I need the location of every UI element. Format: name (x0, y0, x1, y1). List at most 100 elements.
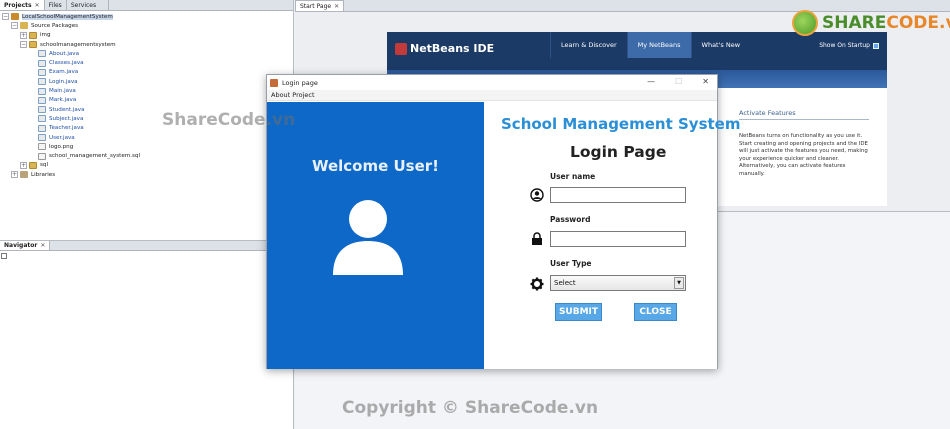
tree-item[interactable]: − LocalSchoolManagementSystem (2, 12, 140, 21)
welcome-text: Welcome User! (311, 157, 440, 175)
sharecode-logo: SHARECODE.vn (792, 10, 950, 36)
tab-files-label: Files (48, 1, 62, 9)
project-tree: − LocalSchoolManagementSystem − Source Pack… (2, 12, 140, 179)
collapse-icon[interactable]: − (2, 13, 9, 21)
document-icon (1, 253, 7, 259)
username-label: User name (550, 172, 596, 181)
watermark-top: ShareCode.vn (162, 110, 296, 130)
usertype-label: User Type (550, 259, 592, 268)
minimize-icon[interactable]: — (647, 77, 655, 86)
proj-icon (11, 13, 19, 21)
tree-item-label: Source Packages (31, 22, 79, 29)
tree-item-label: Main.java (49, 88, 76, 95)
tree-item-label: img (40, 32, 51, 39)
java-icon (38, 96, 46, 104)
tree-item[interactable]: Teacher.java (2, 124, 140, 133)
usertype-select[interactable]: Select ▼ (550, 275, 686, 291)
nav-learn-discover[interactable]: Learn & Discover (550, 32, 627, 58)
tree-item[interactable]: Main.java (2, 86, 140, 95)
show-on-startup-label: Show On Startup (819, 42, 870, 49)
tree-item-label: LocalSchoolManagementSystem (22, 13, 113, 20)
user-icon (333, 200, 403, 275)
password-input[interactable] (550, 231, 686, 247)
close-icon[interactable]: ✕ (40, 242, 45, 249)
tab-services-label: Services (70, 1, 97, 9)
chevron-down-icon[interactable]: ▼ (674, 277, 684, 289)
menu-about-project[interactable]: About Project (271, 91, 315, 99)
tree-item[interactable]: Subject.java (2, 114, 140, 123)
tab-files[interactable]: Files (45, 0, 67, 10)
tree-item[interactable]: logo.png (2, 142, 140, 151)
collapse-icon[interactable]: − (20, 41, 27, 49)
java-icon (38, 68, 46, 76)
tab-services[interactable]: Services (67, 0, 110, 10)
nav-my-netbeans[interactable]: My NetBeans (626, 32, 691, 58)
user-circle-icon (530, 188, 544, 202)
tree-item[interactable]: − schoolmanagementsystem (2, 40, 140, 49)
java-icon (38, 87, 46, 95)
start-page-nav: Learn & Discover My NetBeans What's New (550, 32, 750, 58)
tree-item-label: logo.png (49, 143, 74, 150)
java-icon (38, 115, 46, 123)
dialog-title: Login page (282, 78, 318, 87)
file-icon (38, 143, 46, 151)
show-on-startup[interactable]: Show On Startup (819, 42, 879, 49)
expand-icon[interactable]: + (20, 161, 27, 169)
sharecode-logo-text: SHARECODE.vn (822, 13, 950, 33)
tree-item[interactable]: Mark.java (2, 96, 140, 105)
expand-icon[interactable]: + (20, 31, 27, 39)
close-button[interactable]: CLOSE (634, 303, 677, 321)
expand-icon[interactable]: + (11, 171, 18, 179)
tree-item[interactable]: Classes.java (2, 58, 140, 67)
username-input[interactable] (550, 187, 686, 203)
activate-features: Activate Features NetBeans turns on func… (739, 109, 869, 178)
tab-start-page[interactable]: Start Page ✕ (295, 0, 345, 11)
tree-item-label: Exam.java (49, 69, 79, 76)
java-icon (38, 78, 46, 86)
tree-item-label: User.java (49, 134, 75, 141)
tree-item-label: Student.java (49, 106, 85, 113)
activate-features-text: NetBeans turns on functionality as you u… (739, 133, 868, 177)
close-icon[interactable]: ✕ (702, 77, 709, 86)
page-title: Login Page (570, 143, 667, 161)
tree-item[interactable]: Student.java (2, 105, 140, 114)
lock-icon (532, 232, 542, 245)
tree-item[interactable]: About.java (2, 49, 140, 58)
tree-item[interactable]: Exam.java (2, 68, 140, 77)
show-on-startup-checkbox[interactable] (873, 42, 879, 49)
watermark-bottom: Copyright © ShareCode.vn (342, 398, 599, 418)
navigator-panel: Navigator ✕ (0, 240, 294, 429)
projects-tabbar: Projects ✕ Files Services (0, 0, 293, 11)
welcome-panel: Welcome User! (267, 102, 484, 369)
password-label: Password (550, 215, 591, 224)
file-icon (38, 152, 46, 160)
tree-item[interactable]: + sql (2, 161, 140, 170)
dialog-titlebar[interactable]: Login page — ☐ ✕ (267, 75, 717, 90)
tab-navigator[interactable]: Navigator ✕ (0, 241, 51, 250)
system-title: School Management System (501, 115, 741, 133)
collapse-icon[interactable]: − (11, 22, 18, 30)
tree-item-label: Subject.java (49, 115, 84, 122)
pkg-icon (29, 161, 37, 169)
tab-navigator-label: Navigator (4, 242, 38, 249)
tree-item-label: Mark.java (49, 97, 77, 104)
close-icon[interactable]: ✕ (334, 3, 339, 10)
java-icon (38, 106, 46, 114)
navigator-tabbar: Navigator ✕ (0, 241, 293, 251)
nav-whats-new[interactable]: What's New (690, 32, 751, 58)
tab-projects[interactable]: Projects ✕ (0, 0, 45, 10)
close-icon[interactable]: ✕ (35, 2, 40, 9)
tree-item[interactable]: + Libraries (2, 170, 140, 179)
submit-button[interactable]: SUBMIT (555, 303, 602, 321)
netbeans-header: NetBeans IDE Learn & Discover My NetBean… (387, 32, 887, 70)
tree-item[interactable]: − Source Packages (2, 21, 140, 30)
dialog-menubar: About Project (267, 90, 717, 101)
tree-item[interactable]: User.java (2, 133, 140, 142)
pkg-icon (29, 41, 37, 49)
java-app-icon (270, 78, 278, 87)
tree-item[interactable]: + img (2, 31, 140, 40)
tab-start-page-label: Start Page (300, 2, 332, 10)
tree-item[interactable]: school_management_system.sql (2, 151, 140, 160)
tree-item[interactable]: Login.java (2, 77, 140, 86)
tab-projects-label: Projects (4, 1, 32, 9)
